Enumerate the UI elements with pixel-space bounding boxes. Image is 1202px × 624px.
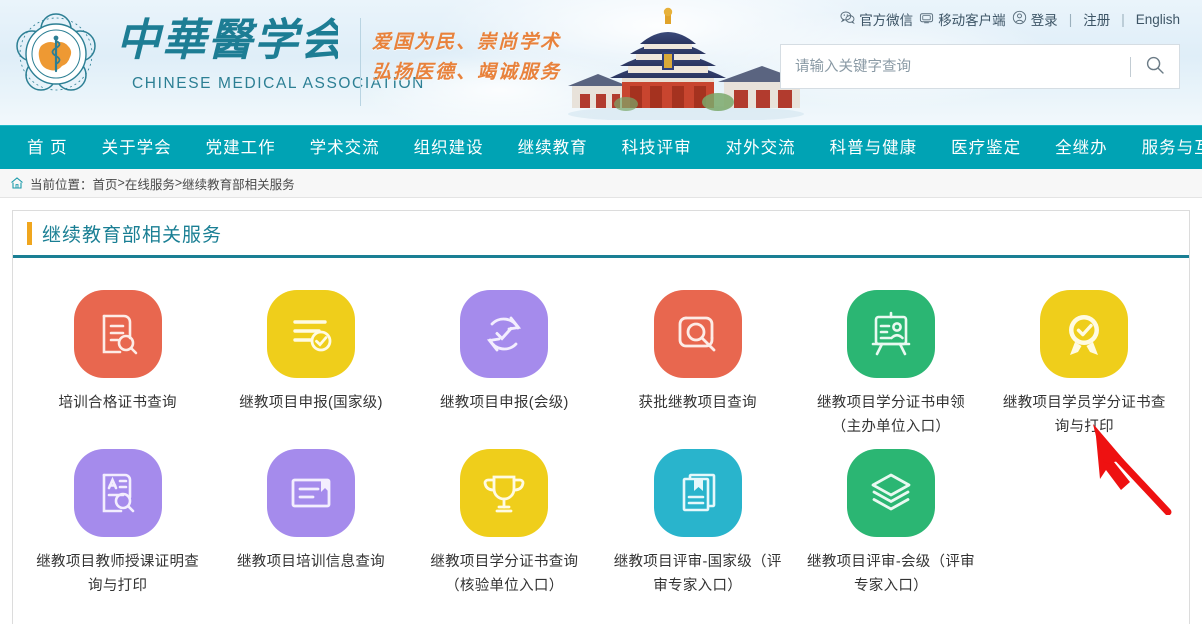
utility-label-register: 注册: [1083, 13, 1111, 28]
utility-separator-2: |: [1121, 11, 1125, 27]
service-tile-teacher-lecture-certificate-print[interactable]: 继教项目教师授课证明查询与打印: [21, 449, 214, 598]
utility-link-mobile[interactable]: 移动客户端: [919, 9, 1006, 29]
search-box[interactable]: [780, 44, 1180, 89]
site-logo[interactable]: 中華醫学会 CHINESE MEDICAL ASSOCIATION: [10, 8, 425, 100]
service-grid: 培训合格证书查询 继教项目申报(国家级) 继教项目申报(会级) 获批继教项目查询…: [13, 258, 1189, 598]
refresh-check-icon: [460, 290, 549, 378]
service-label: 继教项目评审-会级（评审专家入口）: [807, 554, 975, 594]
nav-item-continuing-education[interactable]: 继续教育: [501, 126, 605, 170]
nav-item-home[interactable]: 首 页: [10, 126, 85, 170]
service-label: 继教项目申报(国家级): [239, 395, 383, 411]
breadcrumb-item-online-services[interactable]: 在线服务: [125, 174, 175, 193]
utility-label-english: English: [1135, 11, 1180, 27]
nav-item-party[interactable]: 党建工作: [189, 126, 293, 170]
mobile-icon: [919, 10, 934, 28]
service-tile-review-national[interactable]: 继教项目评审-国家级（评审专家入口）: [601, 449, 794, 598]
service-tile-project-declaration-national[interactable]: 继教项目申报(国家级): [214, 290, 407, 439]
service-tile-student-credit-certificate-print[interactable]: 继教项目学员学分证书查询与打印: [988, 290, 1181, 439]
utility-separator-1: |: [1068, 11, 1073, 27]
header-utility-links: 官方微信 移动客户端 登录 | 注册 | English: [840, 9, 1180, 29]
breadcrumb-item-home[interactable]: 首页: [93, 174, 118, 193]
home-icon: [10, 176, 24, 190]
svg-text:中華醫学会: 中華醫学会: [116, 16, 338, 65]
utility-label-login: 登录: [1030, 13, 1058, 28]
nav-item-academic[interactable]: 学术交流: [293, 126, 397, 170]
title-accent-bar: [27, 221, 32, 245]
service-tile-credit-certificate-application[interactable]: 继教项目学分证书申领（主办单位入口）: [794, 290, 987, 439]
utility-link-register[interactable]: 注册: [1083, 9, 1110, 29]
service-label: 继教项目学分证书查询（核验单位入口）: [430, 554, 579, 594]
card-header: 继续教育部相关服务: [13, 211, 1189, 258]
service-tile-credit-certificate-verify[interactable]: 继教项目学分证书查询（核验单位入口）: [408, 449, 601, 598]
document-search-icon: [73, 290, 162, 378]
temple-of-heaven-illustration: [566, 2, 806, 122]
service-label: 继教项目培训信息查询: [236, 554, 385, 570]
slogan-line-1: 爱国为民、崇尚学术: [372, 32, 562, 53]
award-badge-icon: [1040, 290, 1129, 378]
service-label: 获批继教项目查询: [638, 395, 757, 411]
nav-item-about[interactable]: 关于学会: [85, 126, 189, 170]
nav-item-medical-appraisal[interactable]: 医疗鉴定: [934, 126, 1038, 170]
nav-item-tech-review[interactable]: 科技评审: [605, 126, 709, 170]
document-stack-icon: [653, 449, 742, 537]
list-check-icon: [266, 290, 355, 378]
service-label: 继教项目教师授课证明查询与打印: [36, 554, 200, 594]
breadcrumb-sep-2: >: [174, 176, 183, 190]
nav-item-science-health[interactable]: 科普与健康: [813, 126, 935, 170]
header-divider: [360, 18, 361, 106]
layers-icon: [846, 449, 935, 537]
utility-label-mobile: 移动客户端: [938, 13, 1006, 28]
document-a-search-icon: [73, 449, 162, 537]
id-board-icon: [846, 290, 935, 378]
service-tile-approved-project-query[interactable]: 获批继教项目查询: [601, 290, 794, 439]
wechat-icon: [840, 10, 856, 28]
nav-item-foreign-exchange[interactable]: 对外交流: [709, 126, 813, 170]
utility-label-wechat: 官方微信: [859, 13, 914, 28]
utility-link-english[interactable]: English: [1136, 12, 1180, 27]
service-label: 培训合格证书查询: [58, 395, 177, 411]
breadcrumb: 当前位置： 首页 > 在线服务 > 继续教育部相关服务: [0, 169, 1202, 198]
service-tile-project-declaration-association[interactable]: 继教项目申报(会级): [408, 290, 601, 439]
breadcrumb-item-current: 继续教育部相关服务: [182, 177, 295, 192]
user-icon: [1012, 10, 1027, 28]
service-label: 继教项目评审-国家级（评审专家入口）: [613, 554, 782, 594]
utility-link-wechat[interactable]: 官方微信: [840, 9, 913, 29]
nav-item-organization[interactable]: 组织建设: [397, 126, 501, 170]
search-icon: [1145, 55, 1165, 78]
service-tile-training-info-query[interactable]: 继教项目培训信息查询: [214, 449, 407, 598]
slogan-line-2: 弘扬医德、竭诚服务: [372, 62, 562, 83]
breadcrumb-sep-1: >: [117, 176, 125, 190]
search-input[interactable]: [781, 45, 1130, 88]
search-button[interactable]: [1131, 45, 1179, 88]
breadcrumb-prefix: 当前位置：: [30, 177, 93, 192]
utility-link-login[interactable]: 登录: [1012, 9, 1058, 29]
main-navigation: 首 页 关于学会 党建工作 学术交流 组织建设 继续教育 科技评审 对外交流 科…: [0, 125, 1202, 169]
service-label: 继教项目申报(会级): [439, 395, 569, 411]
square-search-icon: [653, 290, 742, 378]
service-label: 继教项目学分证书申领（主办单位入口）: [816, 395, 965, 435]
nav-item-quanjiban[interactable]: 全继办: [1038, 126, 1125, 170]
card-bookmark-icon: [266, 449, 355, 537]
association-emblem-icon: [10, 8, 102, 100]
site-slogan: 爱国为民、崇尚学术 弘扬医德、竭诚服务: [372, 28, 587, 88]
content-card: 继续教育部相关服务 培训合格证书查询 继教项目申报(国家级) 继教项目申报(会级…: [12, 210, 1190, 624]
site-header: 中華醫学会 CHINESE MEDICAL ASSOCIATION 爱国为民、崇…: [0, 0, 1202, 125]
service-tile-training-certificate-query[interactable]: 培训合格证书查询: [21, 290, 214, 439]
service-label: 继教项目学员学分证书查询与打印: [1002, 395, 1166, 435]
page-title: 继续教育部相关服务: [42, 224, 223, 246]
nav-item-services[interactable]: 服务与互动: [1125, 126, 1202, 170]
trophy-icon: [460, 449, 549, 537]
service-tile-review-association[interactable]: 继教项目评审-会级（评审专家入口）: [794, 449, 987, 598]
